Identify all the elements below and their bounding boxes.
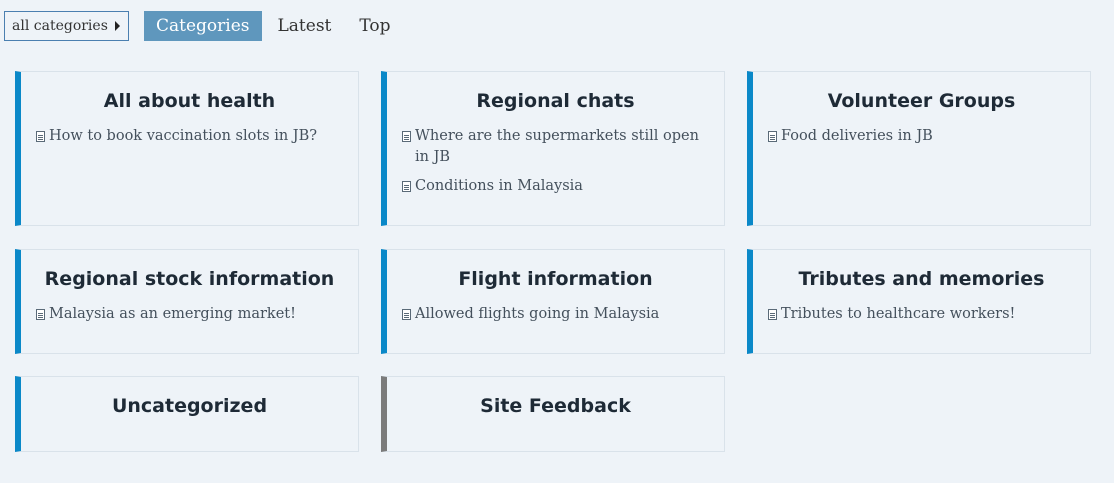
category-title[interactable]: All about health bbox=[21, 89, 358, 113]
category-title[interactable]: Flight information bbox=[387, 267, 724, 291]
topic-list: Tributes to healthcare workers! bbox=[768, 304, 1076, 325]
document-icon bbox=[768, 131, 777, 142]
category-card[interactable]: Volunteer Groups Food deliveries in JB bbox=[747, 71, 1091, 226]
topic-list: Food deliveries in JB bbox=[768, 126, 1076, 147]
document-icon bbox=[768, 309, 777, 320]
category-card[interactable]: Tributes and memories Tributes to health… bbox=[747, 249, 1091, 354]
category-card[interactable]: Regional chats Where are the supermarket… bbox=[381, 71, 725, 226]
top-nav: all categories Categories Latest Top bbox=[4, 11, 403, 41]
document-icon bbox=[402, 131, 411, 142]
category-title[interactable]: Tributes and memories bbox=[753, 267, 1090, 291]
tab-top[interactable]: Top bbox=[347, 11, 402, 41]
category-title[interactable]: Volunteer Groups bbox=[753, 89, 1090, 113]
tab-categories[interactable]: Categories bbox=[144, 11, 262, 41]
topic-link[interactable]: How to book vaccination slots in JB? bbox=[36, 126, 344, 147]
topic-link[interactable]: Tributes to healthcare workers! bbox=[768, 304, 1076, 325]
topic-title: Tributes to healthcare workers! bbox=[781, 306, 1016, 322]
topic-title: How to book vaccination slots in JB? bbox=[49, 128, 318, 144]
category-title[interactable]: Site Feedback bbox=[387, 394, 724, 418]
category-title[interactable]: Regional chats bbox=[387, 89, 724, 113]
topic-link[interactable]: Food deliveries in JB bbox=[768, 126, 1076, 147]
category-title[interactable]: Regional stock information bbox=[21, 267, 358, 291]
category-card[interactable]: Flight information Allowed flights going… bbox=[381, 249, 725, 354]
category-card[interactable]: Site Feedback bbox=[381, 376, 725, 452]
nav-tabs: Categories Latest Top bbox=[144, 11, 403, 41]
topic-list: Where are the supermarkets still open in… bbox=[402, 126, 710, 197]
topic-link[interactable]: Conditions in Malaysia bbox=[402, 176, 710, 197]
document-icon bbox=[36, 131, 45, 142]
document-icon bbox=[402, 181, 411, 192]
category-title[interactable]: Uncategorized bbox=[21, 394, 358, 418]
topic-link[interactable]: Malaysia as an emerging market! bbox=[36, 304, 344, 325]
topic-link[interactable]: Where are the supermarkets still open in… bbox=[402, 126, 710, 168]
document-icon bbox=[36, 309, 45, 320]
topic-title: Food deliveries in JB bbox=[781, 128, 933, 144]
category-card[interactable]: Regional stock information Malaysia as a… bbox=[15, 249, 359, 354]
topic-title: Conditions in Malaysia bbox=[415, 178, 583, 194]
topic-title: Where are the supermarkets still open in… bbox=[415, 128, 699, 165]
category-dropdown-label: all categories bbox=[12, 18, 108, 34]
document-icon bbox=[402, 309, 411, 320]
category-card[interactable]: All about health How to book vaccination… bbox=[15, 71, 359, 226]
tab-latest[interactable]: Latest bbox=[266, 11, 344, 41]
topic-title: Allowed flights going in Malaysia bbox=[415, 306, 660, 322]
category-dropdown[interactable]: all categories bbox=[4, 11, 129, 41]
topic-title: Malaysia as an emerging market! bbox=[49, 306, 296, 322]
topic-link[interactable]: Allowed flights going in Malaysia bbox=[402, 304, 710, 325]
topic-list: Malaysia as an emerging market! bbox=[36, 304, 344, 325]
topic-list: Allowed flights going in Malaysia bbox=[402, 304, 710, 325]
category-card[interactable]: Uncategorized bbox=[15, 376, 359, 452]
topic-list: How to book vaccination slots in JB? bbox=[36, 126, 344, 147]
caret-right-icon bbox=[115, 21, 120, 31]
